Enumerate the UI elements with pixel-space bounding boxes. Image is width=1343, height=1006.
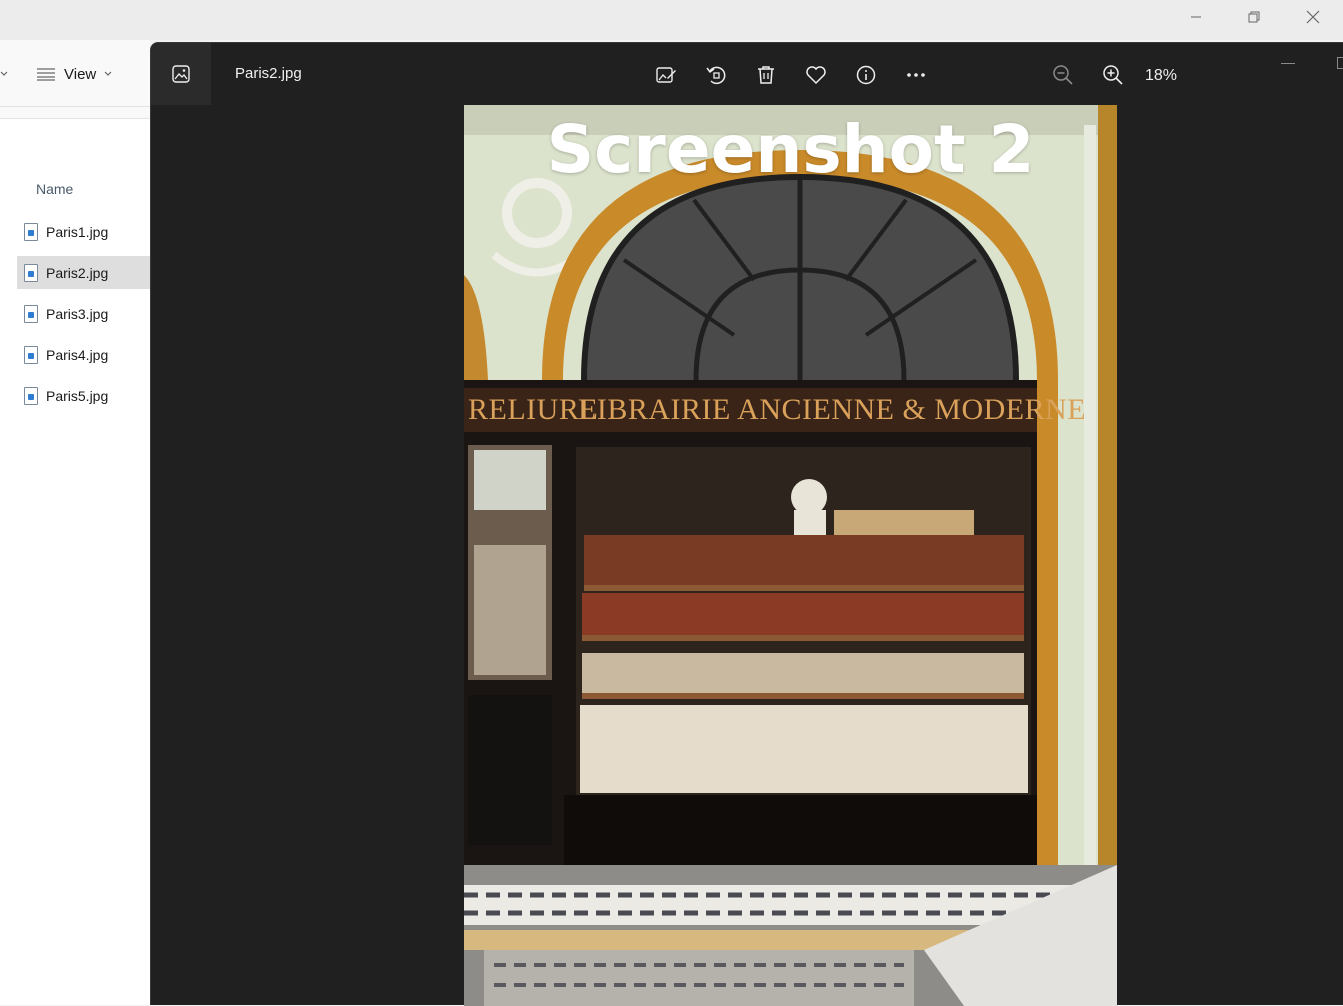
rotate-icon	[706, 66, 726, 85]
file-name: Paris2.jpg	[46, 264, 109, 281]
zoom-in-icon	[1103, 65, 1123, 85]
view-label: View	[64, 65, 97, 83]
delete-button[interactable]	[754, 63, 778, 87]
file-item[interactable]: Paris3.jpg	[17, 297, 150, 330]
photo-image: RELIURE LIBRAIRIE ANCIENNE & MODERNE Scr…	[464, 105, 1117, 1006]
zoom-in-button[interactable]	[1101, 63, 1125, 87]
column-header-name[interactable]: Name	[36, 181, 73, 197]
view-icon	[37, 68, 55, 81]
delete-icon	[758, 66, 774, 84]
view-button[interactable]: View	[36, 62, 112, 86]
file-item[interactable]: Paris1.jpg	[17, 215, 150, 248]
photo-overlay-text: Screenshot 2	[546, 111, 1035, 188]
restore-button[interactable]	[1225, 0, 1283, 34]
bookshop-photo	[464, 105, 1117, 1006]
file-name: Paris1.jpg	[46, 223, 109, 240]
file-item[interactable]: Paris4.jpg	[17, 338, 150, 371]
favorite-icon	[806, 66, 826, 85]
photos-maximize-button[interactable]	[1337, 57, 1343, 69]
minimize-icon	[1191, 16, 1201, 18]
explorer-titlebar	[0, 0, 1343, 40]
close-icon	[1306, 10, 1320, 24]
zoom-level[interactable]: 18%	[1145, 67, 1177, 85]
file-name: Paris3.jpg	[46, 305, 109, 322]
zoom-out-button[interactable]	[1051, 63, 1075, 87]
file-item[interactable]: Paris2.jpg	[17, 256, 150, 289]
shop-sign: RELIURE LIBRAIRIE ANCIENNE & MODERNE	[464, 388, 1117, 432]
rotate-button[interactable]	[704, 63, 728, 87]
image-file-icon	[24, 386, 38, 405]
zoom-out-icon	[1053, 65, 1073, 85]
image-file-icon	[24, 222, 38, 241]
image-file-icon	[24, 263, 38, 282]
gallery-button[interactable]	[151, 43, 211, 105]
photos-viewer: Paris2.jpg 18% RELIURE LIBRAIRIE ANCIENN…	[150, 42, 1343, 1006]
address-bar[interactable]	[0, 118, 150, 163]
more-icon	[907, 73, 925, 77]
edit-image-button[interactable]	[654, 63, 678, 87]
file-name: Paris4.jpg	[46, 346, 109, 363]
info-button[interactable]	[854, 63, 878, 87]
gallery-icon	[172, 65, 190, 83]
file-item[interactable]: Paris5.jpg	[17, 379, 150, 412]
file-name: Paris5.jpg	[46, 387, 109, 404]
shop-sign-main: LIBRAIRIE ANCIENNE & MODERNE	[578, 393, 1087, 426]
image-file-icon	[24, 345, 38, 364]
minimize-button[interactable]	[1167, 0, 1225, 34]
chevron-down-icon	[104, 71, 112, 76]
chevron-down-icon	[0, 71, 8, 76]
close-button[interactable]	[1284, 0, 1342, 34]
edit-image-icon	[656, 67, 676, 83]
file-list: Name Paris1.jpg Paris2.jpg Paris3.jpg Pa…	[0, 162, 150, 1005]
more-button[interactable]	[904, 63, 928, 87]
favorite-button[interactable]	[804, 63, 828, 87]
photo-title: Paris2.jpg	[235, 65, 302, 82]
info-icon	[856, 65, 876, 85]
restore-icon	[1248, 11, 1260, 23]
image-file-icon	[24, 304, 38, 323]
photos-minimize-button[interactable]	[1281, 63, 1295, 64]
explorer-toolbar: View	[0, 40, 150, 107]
